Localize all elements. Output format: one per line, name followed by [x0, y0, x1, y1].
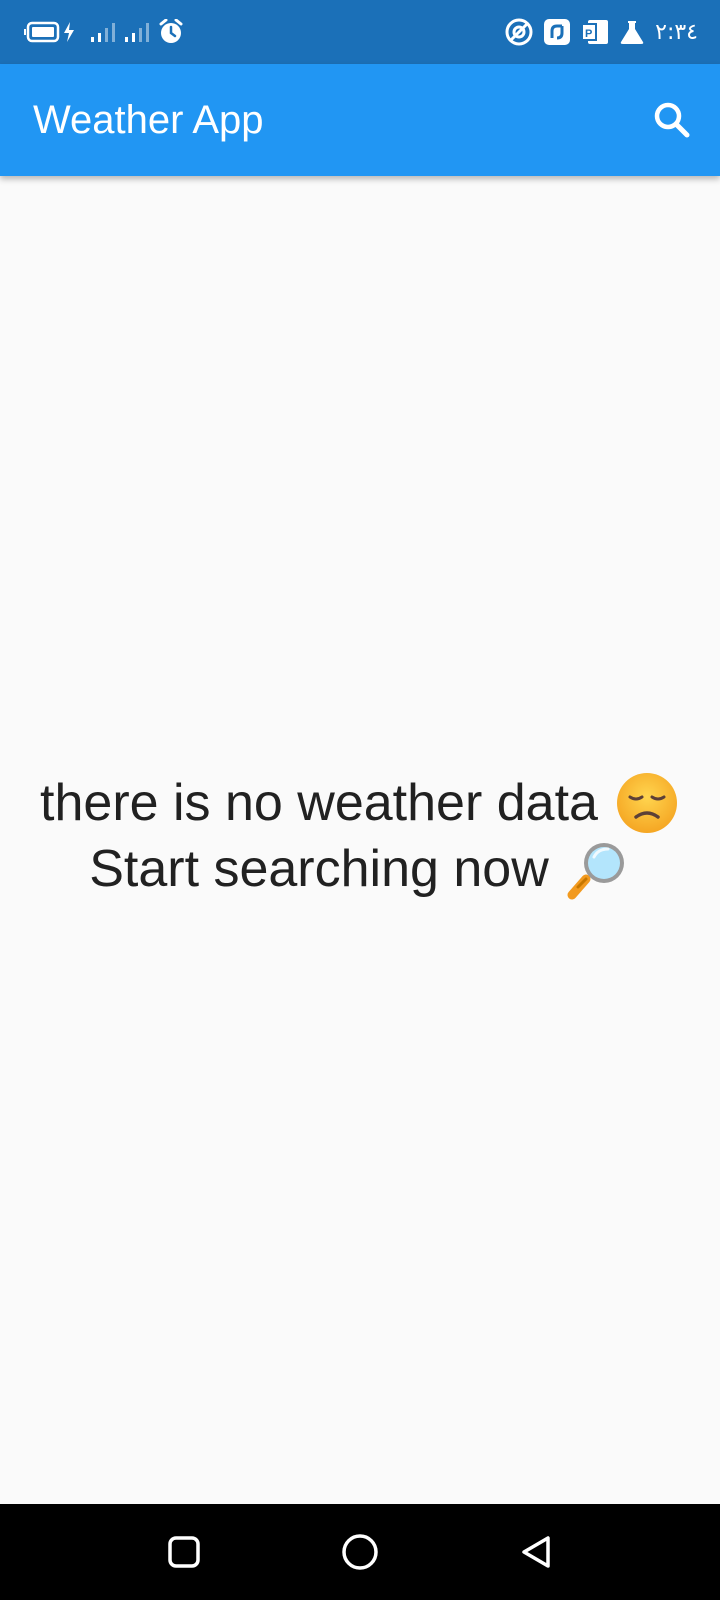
- app-notification-icon: [505, 18, 533, 46]
- lab-flask-icon: [619, 19, 645, 45]
- status-bar-left: [24, 18, 184, 46]
- disappointed-face-icon: [614, 770, 680, 836]
- home-button[interactable]: [336, 1528, 384, 1576]
- status-time: ٢:٣٤: [655, 19, 698, 45]
- app-title: Weather App: [33, 98, 264, 142]
- recent-apps-button[interactable]: [160, 1528, 208, 1576]
- battery-charging-icon: [24, 20, 82, 44]
- signal-icon: [90, 21, 116, 43]
- search-icon: [652, 100, 692, 140]
- recent-apps-icon: [166, 1534, 202, 1570]
- signal-icon: [124, 21, 150, 43]
- status-bar-right: P ٢:٣٤: [505, 18, 698, 46]
- app-notification-icon: [543, 18, 571, 46]
- no-data-text: there is no weather data: [40, 774, 598, 832]
- start-searching-text: Start searching now: [89, 840, 549, 898]
- back-icon: [518, 1534, 554, 1570]
- alarm-icon: [158, 19, 184, 45]
- search-button[interactable]: [646, 94, 698, 146]
- status-bar: P ٢:٣٤: [0, 0, 720, 64]
- empty-state-message: there is no weather data Start searching…: [0, 770, 720, 902]
- empty-state-line-1: there is no weather data: [0, 770, 720, 836]
- navigation-bar: [0, 1504, 720, 1600]
- svg-text:P: P: [585, 28, 592, 40]
- app-bar: Weather App: [0, 64, 720, 176]
- empty-state-line-2: Start searching now: [0, 836, 720, 902]
- home-icon: [340, 1532, 380, 1572]
- magnifying-glass-icon: [565, 836, 631, 902]
- app-notification-icon: P: [581, 18, 609, 46]
- back-button[interactable]: [512, 1528, 560, 1576]
